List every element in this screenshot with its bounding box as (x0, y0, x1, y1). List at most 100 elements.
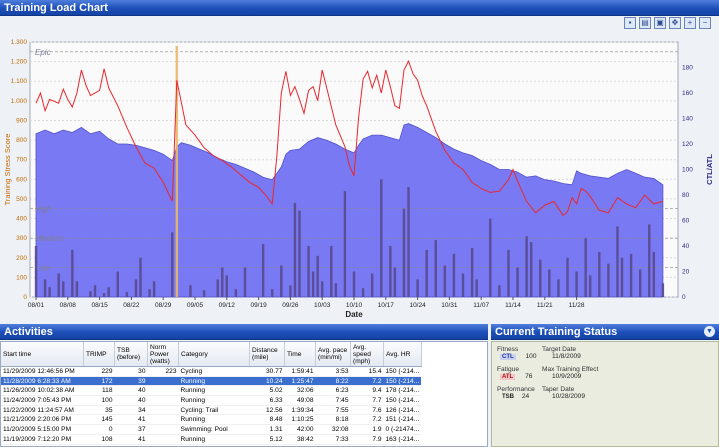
column-header[interactable]: Norm Power (watts) (147, 342, 179, 367)
table-row[interactable]: 11/22/2009 11:24:57 AM 35 34 Cycling: Trail… (1, 405, 422, 416)
tss-bar (507, 249, 510, 297)
column-header[interactable]: Time (284, 342, 316, 367)
tss-bar (221, 267, 224, 297)
fitness-value: 100 (525, 353, 537, 360)
table-row[interactable]: 11/19/2009 7:12:20 PM 108 41 Running 5.12 38:… (1, 434, 422, 445)
tss-bar (307, 246, 310, 297)
tss-bar (321, 281, 324, 297)
y-tick-label: 800 (16, 137, 27, 144)
activities-grid[interactable]: Start time TRIMP TSB (before) Norm Power (w… (0, 341, 488, 447)
column-header[interactable]: Avg. pace (min/mi) (315, 342, 351, 367)
tss-bar (107, 287, 110, 297)
table-row[interactable]: 11/29/2009 12:46:56 PM 229 30 223 Cycling 30.… (1, 366, 422, 377)
table-cell: Running (178, 434, 250, 445)
table-row[interactable]: 11/20/2009 5:15:00 PM 0 37 Swimming: Pool 1.… (1, 424, 422, 435)
tss-bar (548, 269, 551, 297)
tss-bar (629, 253, 633, 297)
tss-bar (584, 238, 587, 297)
table-row[interactable]: 11/21/2009 2:20:06 PM 145 41 Running 8.48 1:1… (1, 414, 422, 426)
x-tick-label: 10/31 (441, 302, 458, 309)
column-header[interactable]: Avg. speed (mph) (350, 342, 384, 367)
table-cell: 38:42 (284, 434, 316, 445)
tss-bar (652, 251, 656, 297)
x-tick-label: 11/14 (505, 302, 521, 309)
table-cell: 1:39:34 (284, 405, 316, 416)
x-tick-label: 09/05 (187, 302, 204, 309)
performance-value: 24 (521, 393, 530, 400)
table-cell: 12.56 (249, 405, 285, 416)
tss-bar (93, 285, 97, 297)
column-header[interactable]: Avg. HR (383, 342, 422, 367)
x-tick-label: 11/28 (569, 302, 585, 309)
zone-label-low: Low (35, 264, 51, 273)
y2-tick-label: 20 (682, 269, 690, 276)
table-cell: 118 (83, 385, 115, 397)
table-cell: 178 (-214... (383, 385, 422, 397)
tss-bar (607, 263, 610, 297)
tss-bar (361, 288, 365, 297)
column-header[interactable]: Distance (mile) (249, 342, 285, 367)
tss-bar (43, 279, 47, 297)
table-cell: 10.24 (249, 376, 285, 387)
column-header[interactable]: Start time (1, 342, 84, 367)
tss-bar (289, 285, 292, 297)
zone-label-epic: Epic (35, 48, 51, 57)
table-cell: 7.7 (350, 395, 384, 406)
tss-bar (334, 283, 338, 297)
table-row[interactable]: 11/24/2009 7:05:43 PM 100 40 Running 6.33 49:… (1, 395, 422, 406)
table-cell: 108 (83, 434, 115, 445)
table-row[interactable]: 11/26/2009 10:02:38 AM 118 40 Running 5.02 32… (1, 385, 422, 397)
table-cell: 11/29/2009 12:46:56 PM (1, 366, 84, 377)
tss-bar (352, 271, 356, 297)
y2-tick-label: 40 (682, 243, 690, 250)
max-effect-block: Max Training Effect 10/9/2009 (542, 366, 598, 380)
table-cell: 126 (-214... (383, 405, 422, 416)
table-cell: 30.77 (249, 366, 285, 377)
column-header[interactable]: TRIMP (83, 342, 115, 367)
table-cell: 7:33 (315, 434, 351, 445)
table-cell: Cycling: Trail (178, 405, 250, 416)
fatigue-block: Fatigue ATL 76 (497, 366, 532, 380)
zoom-in-icon[interactable]: + (684, 17, 696, 29)
performance-label: Performance (497, 386, 535, 393)
tss-bar (566, 257, 569, 297)
zoom-fit-icon[interactable]: ✥ (669, 17, 681, 29)
column-header[interactable]: Category (178, 342, 250, 367)
y-axis-label: Training Stress Score (3, 134, 12, 206)
tss-bar (125, 292, 129, 297)
table-cell: 11/28/2009 6:28:33 AM (1, 376, 84, 387)
table-cell: 7:45 (315, 395, 351, 406)
collapse-icon[interactable]: ▼ (704, 326, 715, 337)
y2-tick-label: 180 (682, 65, 693, 72)
x-tick-label: 08/08 (60, 302, 77, 309)
tss-bar (516, 267, 519, 297)
tss-bar (148, 289, 151, 297)
layout-icon[interactable]: ▤ (639, 17, 651, 29)
tss-bar (443, 265, 447, 297)
chart-svg: 01002003004005006007008009001.0001.1001.… (3, 39, 714, 319)
save-icon[interactable]: ▪ (624, 17, 636, 29)
table-cell: 6.33 (249, 395, 285, 406)
table-cell: 40 (114, 395, 148, 406)
tss-bar (489, 218, 492, 297)
table-cell: 9.4 (350, 385, 384, 397)
tss-bar (461, 273, 465, 297)
table-cell: 11/26/2009 10:02:38 AM (1, 385, 84, 397)
table-cell: 163 (-214... (383, 434, 422, 445)
x-tick-label: 08/01 (28, 302, 45, 309)
target-date-label: Target Date (542, 346, 577, 353)
fitness-block: Fitness CTL 100 (497, 346, 537, 360)
tss-bar (639, 269, 642, 297)
table-cell: 8:22 (315, 376, 351, 387)
image-icon[interactable]: ▣ (654, 17, 666, 29)
y2-axis-label: CTL/ATL (705, 154, 714, 185)
chart-panel-title: Training Load Chart (4, 2, 108, 14)
tss-bar (616, 226, 619, 297)
table-row[interactable]: 11/28/2009 6:28:33 AM 172 39 Running 10.24 1:… (1, 376, 422, 387)
chart-panel-header: Training Load Chart (0, 0, 719, 16)
tss-bar (648, 224, 651, 297)
table-cell: 37 (114, 424, 148, 435)
x-tick-label: 09/12 (219, 302, 236, 309)
zoom-out-icon[interactable]: − (699, 17, 711, 29)
column-header[interactable]: TSB (before) (114, 342, 148, 367)
